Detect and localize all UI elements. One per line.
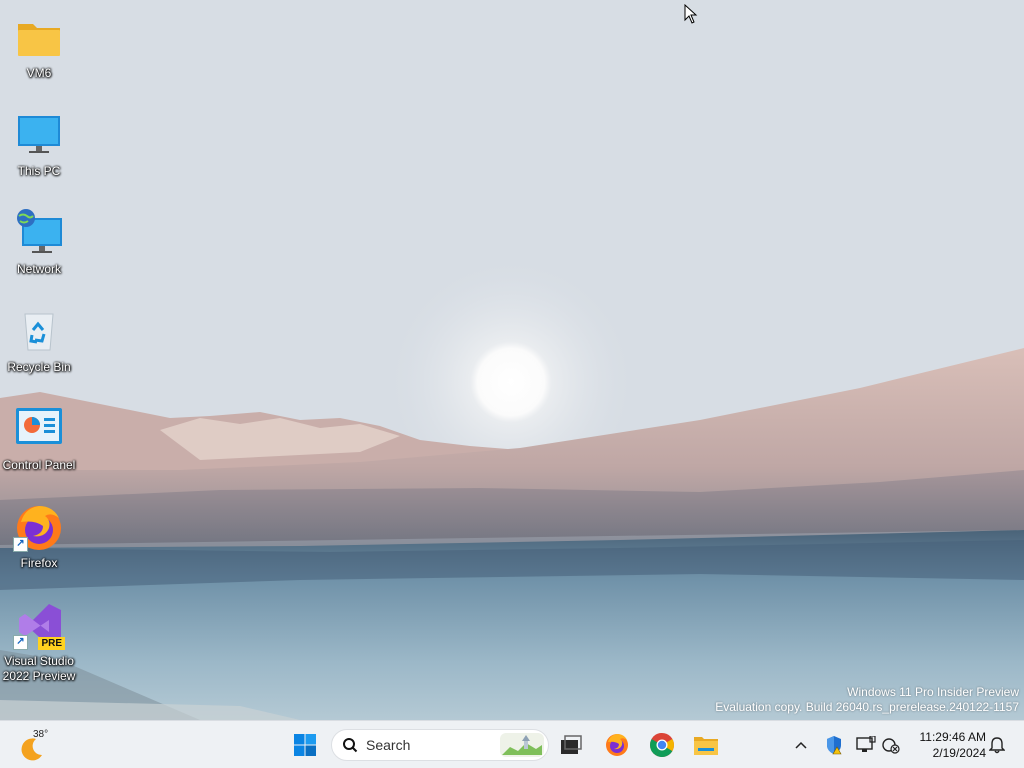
task-view-button[interactable] [553,727,589,763]
wallpaper [0,0,1024,720]
search-icon [343,738,358,753]
desktop-icon-this-pc[interactable]: This PC [2,104,76,194]
mouse-cursor-icon [684,4,698,24]
folder-icon [13,12,65,64]
desktop-icon-label: Control Panel [2,458,76,472]
file-explorer-icon [694,737,718,755]
monitor-icon [13,110,65,162]
taskbar-chrome-button[interactable] [644,727,680,763]
show-hidden-icons-button[interactable] [789,733,813,757]
start-button[interactable] [287,727,323,763]
network-tray[interactable] [879,733,903,757]
search-highlight-icon [500,733,544,757]
desktop[interactable]: VM6 This PC Network Recycle Bin Control … [0,0,1024,720]
network-icon [13,208,65,260]
desktop-icon-label: This PC [17,164,61,178]
desktop-icon-label: Visual Studio 2022 Preview [2,654,76,683]
desktop-icon-label: VM6 [26,66,52,80]
clock-time: 11:29:46 AM [919,730,987,744]
clock-date: 2/19/2024 [932,746,986,760]
taskbar-firefox-button[interactable] [599,727,635,763]
weather-temperature: 38° [33,729,49,740]
display-icon [856,736,876,752]
firefox-icon [606,734,628,756]
watermark-build: Evaluation copy. Build 26040.rs_prerelea… [715,700,1019,714]
evaluation-watermark: Windows 11 Pro Insider Preview Evaluatio… [715,685,1019,715]
recycle-bin-icon [13,306,65,358]
desktop-icon-label: Firefox [20,556,58,570]
desktop-icon-control-panel[interactable]: Control Panel [2,398,76,488]
network-disconnected-icon [882,738,900,754]
preview-badge: PRE [38,637,65,650]
bell-icon [989,737,1005,754]
search-box[interactable]: Search [331,729,549,761]
shortcut-arrow-icon: ↗ [13,635,28,650]
chevron-up-icon [795,741,807,749]
desktop-icon-label: Recycle Bin [7,360,71,374]
display-tray[interactable] [854,733,878,757]
notification-button[interactable] [985,733,1009,757]
firefox-icon: ↗ [13,502,65,554]
visual-studio-icon: PRE ↗ [13,600,65,652]
system-clock[interactable]: 11:29:46 AM 2/19/2024 [906,729,987,761]
desktop-icon-label: Network [16,262,61,276]
search-placeholder: Search [366,737,411,753]
desktop-icon-visual-studio[interactable]: PRE ↗ Visual Studio 2022 Preview [2,594,76,683]
chrome-icon [650,733,674,758]
windows-security-tray[interactable] [822,733,846,757]
desktop-icon-firefox[interactable]: ↗ Firefox [2,496,76,586]
control-panel-icon [13,404,65,456]
taskbar-file-explorer-button[interactable] [688,727,724,763]
desktop-icon-recycle-bin[interactable]: Recycle Bin [2,300,76,390]
start-icon [294,734,316,756]
watermark-edition: Windows 11 Pro Insider Preview [847,685,1019,699]
desktop-icon-vm6[interactable]: VM6 [2,6,76,96]
defender-shield-icon [827,736,842,755]
taskbar: 38° Search 11:29:46 AM 2/19/2024 [0,720,1024,768]
weather-widget[interactable]: 38° [16,729,56,761]
task-view-icon [561,735,582,754]
desktop-icon-network[interactable]: Network [2,202,76,292]
shortcut-arrow-icon: ↗ [13,537,28,552]
